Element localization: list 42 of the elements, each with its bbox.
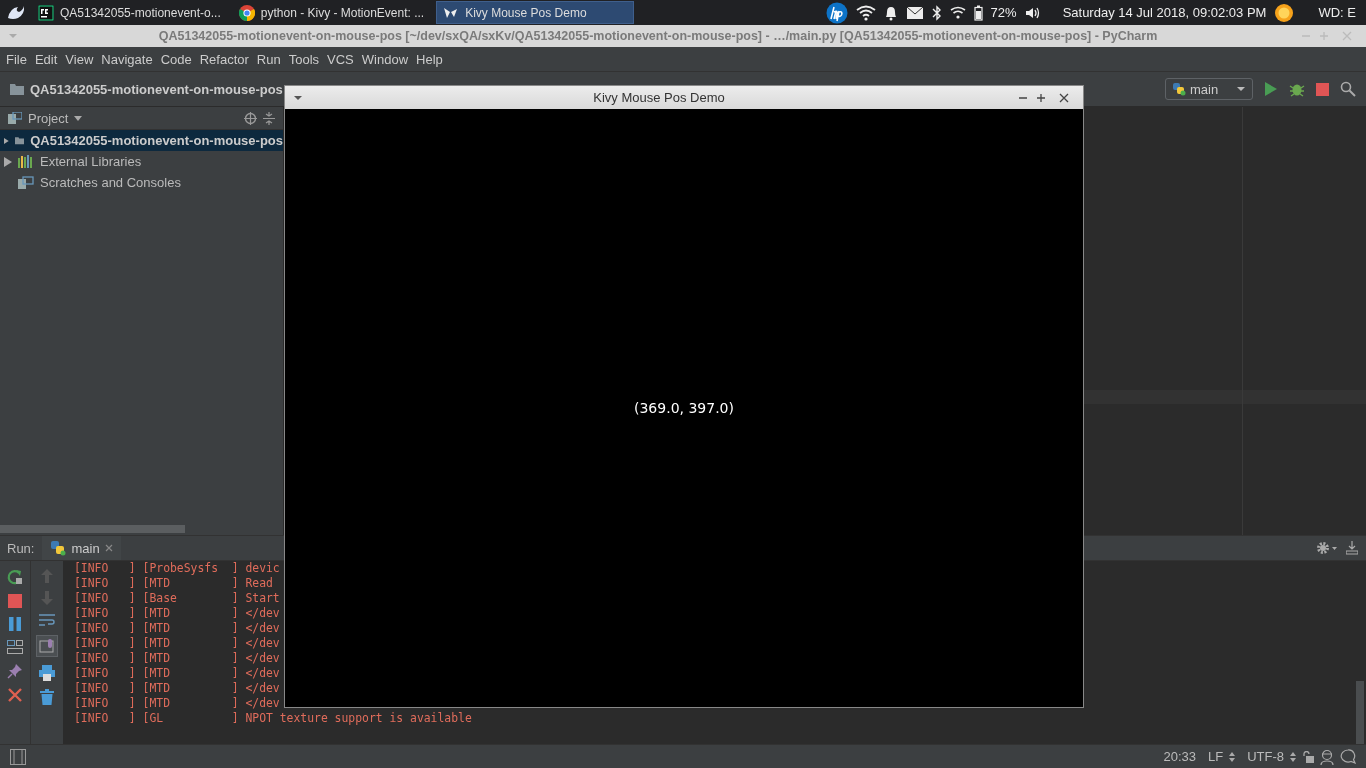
- menu-item[interactable]: Code: [156, 51, 196, 67]
- window-title: Kivy Mouse Pos Demo: [592, 90, 726, 105]
- log-line: [INFO ] [MTD ] </dev: [74, 651, 281, 666]
- menu-item[interactable]: Help: [412, 51, 447, 67]
- menu-item[interactable]: Refactor: [195, 51, 253, 67]
- log-line: [INFO ] [GL ] NPOT texture support is available: [74, 711, 473, 726]
- encoding[interactable]: UTF-8: [1247, 749, 1284, 764]
- taskbar-task[interactable]: python - Kivy - MotionEvent: ...: [232, 1, 431, 24]
- log-line: [INFO ] [MTD ] </dev: [74, 621, 281, 636]
- tree-item[interactable]: External Libraries: [0, 151, 283, 172]
- tree-item[interactable]: QA51342055-motionevent-on-mouse-pos: [0, 130, 283, 151]
- menu-item[interactable]: Navigate: [97, 51, 157, 67]
- caret-position[interactable]: 20:33: [1163, 749, 1196, 764]
- log-line: [INFO ] [MTD ] Read: [74, 576, 274, 591]
- menu-item[interactable]: VCS: [323, 51, 358, 67]
- taskbar-task[interactable]: Kivy Mouse Pos Demo: [436, 1, 635, 24]
- breadcrumb[interactable]: QA51342055-motionevent-on-mouse-pos: [30, 81, 283, 97]
- tree-item[interactable]: Scratches and Consoles: [0, 172, 283, 193]
- log-line: [INFO ] [MTD ] </dev: [74, 636, 281, 651]
- battery-percent: 72%: [990, 5, 1017, 20]
- log-line: [INFO ] [MTD ] </dev: [74, 681, 281, 696]
- log-line: [INFO ] [MTD ] </dev: [74, 666, 281, 681]
- log-line: [INFO ] [MTD ] </dev: [74, 696, 281, 711]
- line-separator[interactable]: LF: [1208, 749, 1224, 764]
- taskbar-task[interactable]: QA51342055-motionevent-o...: [32, 1, 227, 24]
- log-line: [INFO ] [ProbeSysfs ] devic: [74, 561, 281, 576]
- run-tab[interactable]: main: [42, 536, 121, 560]
- log-line: [INFO ] [MTD ] </dev: [74, 606, 281, 621]
- menu-item[interactable]: Run: [252, 51, 285, 67]
- panel-title[interactable]: Project: [28, 110, 69, 126]
- menu-item[interactable]: Window: [357, 51, 413, 67]
- workspace-label: WD: E: [1318, 5, 1356, 20]
- menu-item[interactable]: Edit: [30, 51, 62, 67]
- panel-title: Run:: [7, 540, 35, 556]
- menu-item[interactable]: File: [2, 51, 31, 67]
- menu-item[interactable]: Tools: [284, 51, 324, 67]
- run-config-dropdown[interactable]: main: [1165, 78, 1253, 100]
- clock[interactable]: Saturday 14 Jul 2018, 09:02:03 PM: [1062, 5, 1267, 20]
- window-title: QA51342055-motionevent-on-mouse-pos [~/dev/sxQA/sxKv/QA51342055-motionevent-on-mouse-pos] - …/main.py [QA51342055-motionevent-on-mouse-pos] - PyCharm: [157, 29, 1159, 43]
- menu-item[interactable]: View: [61, 51, 98, 67]
- log-line: [INFO ] [Base ] Start: [74, 591, 281, 606]
- mouse-position-label: (369.0, 397.0): [634, 400, 734, 416]
